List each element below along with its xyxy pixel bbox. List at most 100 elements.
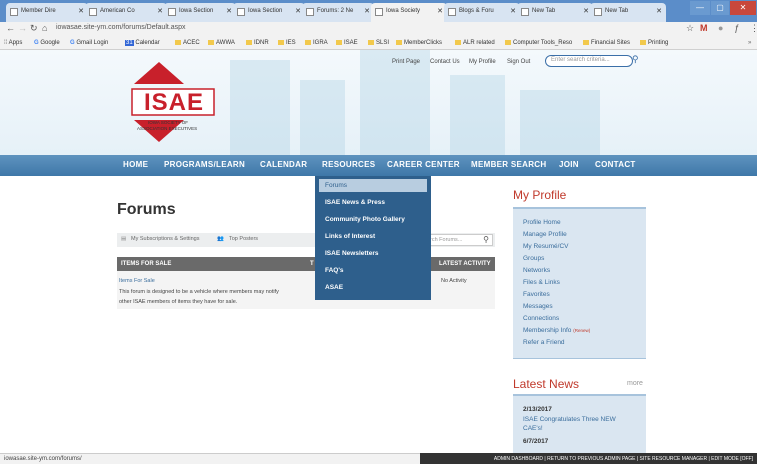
- close-tab-icon[interactable]: ✕: [78, 7, 84, 15]
- nav-calendar[interactable]: CALENDAR: [260, 160, 307, 169]
- isae-logo[interactable]: ISAE IOWA SOCIETY OF ASSOCIATION EXECUTI…: [130, 62, 220, 150]
- bookmark-label: AWWA: [216, 40, 235, 46]
- extension-icon[interactable]: ●: [718, 23, 723, 33]
- profile-link[interactable]: Manage Profile: [523, 231, 567, 238]
- tab-label: New Tab: [605, 8, 629, 14]
- my-profile-link[interactable]: My Profile: [469, 59, 496, 65]
- bookmark-folder[interactable]: Printing: [640, 40, 668, 46]
- profile-link[interactable]: Messages: [523, 303, 553, 310]
- search-icon[interactable]: ⚲: [483, 235, 489, 244]
- close-tab-icon[interactable]: ✕: [226, 7, 232, 15]
- profile-link[interactable]: Refer a Friend: [523, 339, 565, 346]
- renew-link[interactable]: (Renew): [573, 328, 590, 333]
- nav-contact[interactable]: CONTACT: [595, 160, 636, 169]
- bookmark-folder[interactable]: ISAE: [336, 40, 358, 46]
- bookmark-folder[interactable]: Computer Tools_Reso: [505, 40, 572, 46]
- bookmark-folder[interactable]: AWWA: [208, 40, 235, 46]
- top-posters-link[interactable]: Top Posters: [229, 236, 258, 242]
- site-search-input[interactable]: Enter search criteria...: [545, 55, 633, 67]
- url-field[interactable]: iowasae.site-ym.com/forums/Default.aspx: [56, 24, 186, 31]
- browser-tab[interactable]: New Tab ✕: [517, 3, 593, 22]
- contact-us-link[interactable]: Contact Us: [430, 59, 460, 65]
- browser-tab[interactable]: Iowa Section ✕: [164, 3, 236, 22]
- browser-menu-icon[interactable]: ⋮: [750, 23, 757, 34]
- menu-item-asae[interactable]: ASAE: [325, 284, 343, 291]
- bookmark-folder[interactable]: SLSI: [368, 40, 389, 46]
- bookmark-folder[interactable]: IES: [278, 40, 296, 46]
- close-tab-icon[interactable]: ✕: [656, 7, 662, 15]
- minimize-window-icon[interactable]: —: [690, 1, 710, 15]
- folder-icon: [208, 40, 214, 45]
- bookmark-calendar[interactable]: 31 Calendar: [125, 40, 160, 46]
- bookmark-google[interactable]: G Google: [34, 40, 60, 46]
- more-bookmarks-icon[interactable]: »: [748, 40, 751, 46]
- forum-link[interactable]: Items For Sale: [119, 278, 155, 284]
- nav-home[interactable]: HOME: [123, 160, 148, 169]
- menu-item-faqs[interactable]: FAQ's: [325, 267, 344, 274]
- browser-tab-active[interactable]: Iowa Society ✕: [371, 3, 447, 22]
- profile-link[interactable]: Profile Home: [523, 219, 561, 226]
- menu-item-links-of-interest[interactable]: Links of Interest: [325, 233, 375, 240]
- close-tab-icon[interactable]: ✕: [364, 7, 370, 15]
- nav-resources[interactable]: RESOURCES: [322, 160, 375, 169]
- bookmark-folder[interactable]: ALR related: [455, 40, 495, 46]
- bookmark-star-icon[interactable]: ☆: [686, 23, 694, 34]
- bookmark-folder[interactable]: ACEC: [175, 40, 200, 46]
- gmail-extension-icon[interactable]: M: [700, 23, 708, 33]
- browser-tab[interactable]: Forums: 2 Ne ✕: [302, 3, 374, 22]
- news-headline[interactable]: ISAE Congratulates Three NEW: [523, 416, 616, 423]
- profile-link[interactable]: Files & Links: [523, 279, 560, 286]
- search-icon[interactable]: ⚲: [632, 54, 639, 65]
- nav-member-search[interactable]: MEMBER SEARCH: [471, 160, 546, 169]
- close-tab-icon[interactable]: ✕: [510, 7, 516, 15]
- folder-icon: [583, 40, 589, 45]
- forum-toolbar: ▤ My Subscriptions & Settings 👥 Top Post…: [117, 233, 495, 247]
- news-headline[interactable]: CAE's!: [523, 425, 543, 432]
- bookmark-gmail[interactable]: G Gmail Login: [70, 40, 108, 46]
- bookmark-folder[interactable]: IGRA: [305, 40, 328, 46]
- nav-programs-learn[interactable]: PROGRAMS/LEARN: [164, 160, 245, 169]
- close-tab-icon[interactable]: ✕: [157, 7, 163, 15]
- back-arrow-icon[interactable]: ←: [6, 23, 15, 33]
- admin-bar[interactable]: ADMIN DASHBOARD | RETURN TO PREVIOUS ADM…: [420, 453, 757, 464]
- browser-tab[interactable]: Blogs & Foru ✕: [444, 3, 520, 22]
- bookmark-folder[interactable]: MemberClicks: [396, 40, 442, 46]
- forum-search-input[interactable]: rch Forums... ⚲: [427, 234, 493, 246]
- nav-career-center[interactable]: CAREER CENTER: [387, 160, 460, 169]
- formula-extension-icon[interactable]: ƒ: [734, 23, 739, 33]
- logo-subtitle: IOWA SOCIETY OF: [148, 120, 189, 125]
- users-icon: 👥: [217, 236, 224, 242]
- close-tab-icon[interactable]: ✕: [583, 7, 589, 15]
- print-page-link[interactable]: Print Page: [392, 59, 420, 65]
- profile-link[interactable]: Connections: [523, 315, 559, 322]
- my-subscriptions-link[interactable]: My Subscriptions & Settings: [131, 236, 199, 242]
- sign-out-link[interactable]: Sign Out: [507, 59, 530, 65]
- bookmark-apps[interactable]: ⁞⁞ Apps: [4, 40, 22, 46]
- forward-arrow-icon[interactable]: →: [18, 23, 27, 33]
- menu-item-forums[interactable]: Forums: [319, 179, 427, 192]
- close-window-icon[interactable]: ✕: [730, 1, 756, 15]
- profile-link[interactable]: My Resumé/CV: [523, 243, 569, 250]
- close-tab-icon[interactable]: ✕: [295, 7, 301, 15]
- reload-icon[interactable]: ↻: [30, 23, 38, 34]
- more-news-link[interactable]: more: [627, 380, 643, 387]
- profile-link[interactable]: Membership Info (Renew): [523, 327, 590, 334]
- profile-link[interactable]: Groups: [523, 255, 544, 262]
- menu-item-photo-gallery[interactable]: Community Photo Gallery: [325, 216, 405, 223]
- home-icon[interactable]: ⌂: [42, 23, 47, 33]
- menu-item-isae-news[interactable]: ISAE News & Press: [325, 199, 385, 206]
- browser-tab[interactable]: New Tab ✕: [590, 3, 666, 22]
- bookmark-folder[interactable]: IDNR: [246, 40, 269, 46]
- menu-item-newsletters[interactable]: ISAE Newsletters: [325, 250, 378, 257]
- maximize-window-icon[interactable]: ▢: [711, 1, 729, 15]
- close-tab-icon[interactable]: ✕: [437, 7, 443, 15]
- latest-activity: No Activity: [441, 278, 467, 284]
- profile-link[interactable]: Favorites: [523, 291, 550, 298]
- browser-tab[interactable]: Iowa Section ✕: [233, 3, 305, 22]
- nav-join[interactable]: JOIN: [559, 160, 579, 169]
- browser-tab[interactable]: American Co ✕: [85, 3, 167, 22]
- bookmark-folder[interactable]: Financial Sites: [583, 40, 630, 46]
- skyline-decoration: [300, 80, 345, 155]
- browser-tab[interactable]: Member Dire ✕: [6, 3, 88, 22]
- profile-link[interactable]: Networks: [523, 267, 550, 274]
